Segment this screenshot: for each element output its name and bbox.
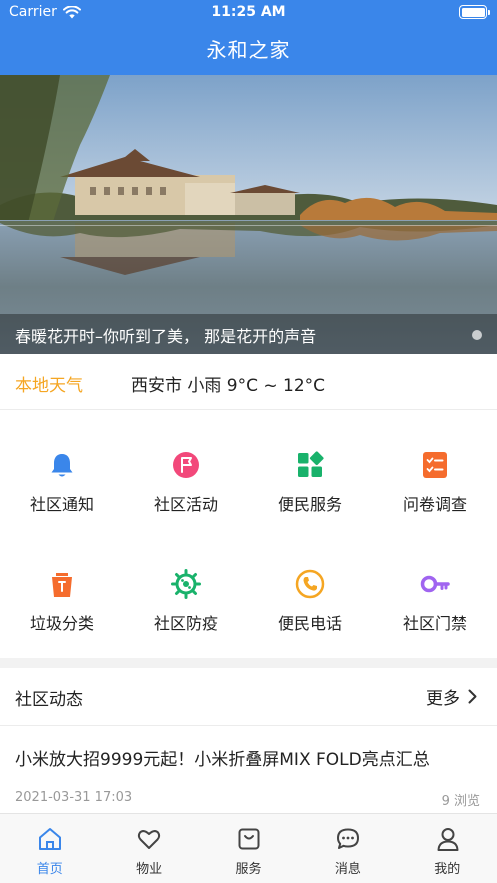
- tab-home[interactable]: 首页: [0, 814, 99, 883]
- flag-icon: [173, 452, 199, 478]
- checklist-icon: [423, 452, 447, 478]
- bag-icon: [238, 828, 260, 850]
- service-survey[interactable]: 问卷调查: [373, 410, 497, 514]
- tab-services[interactable]: 服务: [199, 814, 298, 883]
- phone-icon: [295, 569, 325, 599]
- top-bar: Carrier 11:25 AM 永和之家: [0, 0, 497, 75]
- news-list-item[interactable]: 小米放大招9999元起！小米折叠屏MIX FOLD亮点汇总 2021-03-31…: [0, 727, 497, 813]
- chevron-right-icon: [468, 689, 477, 704]
- service-epidemic-prevention[interactable]: 社区防疫: [124, 529, 248, 633]
- services-grid: 社区通知 社区活动 便民服务 问卷调查 垃圾分类 社区防疫 便民电话 社区门禁: [0, 410, 497, 658]
- tab-profile[interactable]: 我的: [398, 814, 497, 883]
- banner-carousel[interactable]: 春暖花开时–你听到了美， 那是花开的声音: [0, 75, 497, 354]
- service-label: 便民服务: [277, 495, 342, 514]
- chat-icon: [337, 828, 360, 849]
- tab-label: 我的: [434, 862, 461, 877]
- tab-bar: 首页 物业 服务 消息 我的: [0, 813, 497, 883]
- news-section-title: 社区动态: [15, 690, 83, 710]
- service-label: 社区防疫: [153, 614, 218, 633]
- service-community-activity[interactable]: 社区活动: [124, 410, 248, 514]
- news-section-header: 社区动态 更多: [0, 668, 497, 726]
- weather-info: 西安市 小雨 9°C ~ 12°C: [131, 376, 326, 396]
- tab-property[interactable]: 物业: [99, 814, 198, 883]
- status-time: 11:25 AM: [211, 4, 286, 20]
- carousel-indicator-dot[interactable]: [472, 330, 482, 340]
- bell-icon: [51, 454, 73, 477]
- service-phone-directory[interactable]: 便民电话: [248, 529, 372, 633]
- service-label: 问卷调查: [402, 495, 467, 514]
- trash-can-icon: [52, 573, 72, 597]
- battery-icon: [459, 5, 490, 19]
- service-label: 社区活动: [153, 495, 218, 514]
- service-garbage-sorting[interactable]: 垃圾分类: [0, 529, 124, 633]
- section-divider: [0, 658, 497, 668]
- user-icon: [437, 828, 459, 851]
- tab-label: 消息: [334, 862, 361, 877]
- tab-label: 服务: [235, 862, 262, 877]
- news-headline: 小米放大招9999元起！小米折叠屏MIX FOLD亮点汇总: [15, 750, 430, 770]
- tab-label: 物业: [136, 862, 163, 877]
- tab-label: 首页: [36, 862, 63, 877]
- app-screen: Carrier 11:25 AM 永和之家 春暖花开时–你听到了美， 那是花开的…: [0, 0, 497, 883]
- key-icon: [420, 575, 450, 593]
- banner-caption: 春暖花开时–你听到了美， 那是花开的声音: [0, 314, 497, 354]
- service-access-control[interactable]: 社区门禁: [373, 529, 497, 633]
- apps-icon: [298, 451, 324, 477]
- tab-messages[interactable]: 消息: [298, 814, 397, 883]
- service-label: 社区通知: [29, 495, 94, 514]
- service-convenience[interactable]: 便民服务: [248, 410, 372, 514]
- service-label: 社区门禁: [402, 614, 467, 633]
- more-label: 更多: [426, 689, 460, 709]
- service-label: 便民电话: [277, 614, 342, 633]
- status-bar: Carrier 11:25 AM: [0, 0, 497, 26]
- virus-icon: [171, 569, 201, 599]
- more-button[interactable]: 更多: [426, 684, 477, 709]
- heart-icon: [138, 830, 161, 849]
- news-views: 9 浏览: [441, 794, 480, 809]
- service-label: 垃圾分类: [29, 614, 94, 633]
- service-community-notice[interactable]: 社区通知: [0, 410, 124, 514]
- weather-row: 本地天气 西安市 小雨 9°C ~ 12°C: [0, 354, 497, 410]
- banner-image: [0, 75, 497, 354]
- page-title: 永和之家: [206, 38, 291, 62]
- news-date: 2021-03-31 17:03: [15, 790, 133, 805]
- weather-label: 本地天气: [15, 376, 83, 396]
- home-icon: [39, 828, 61, 850]
